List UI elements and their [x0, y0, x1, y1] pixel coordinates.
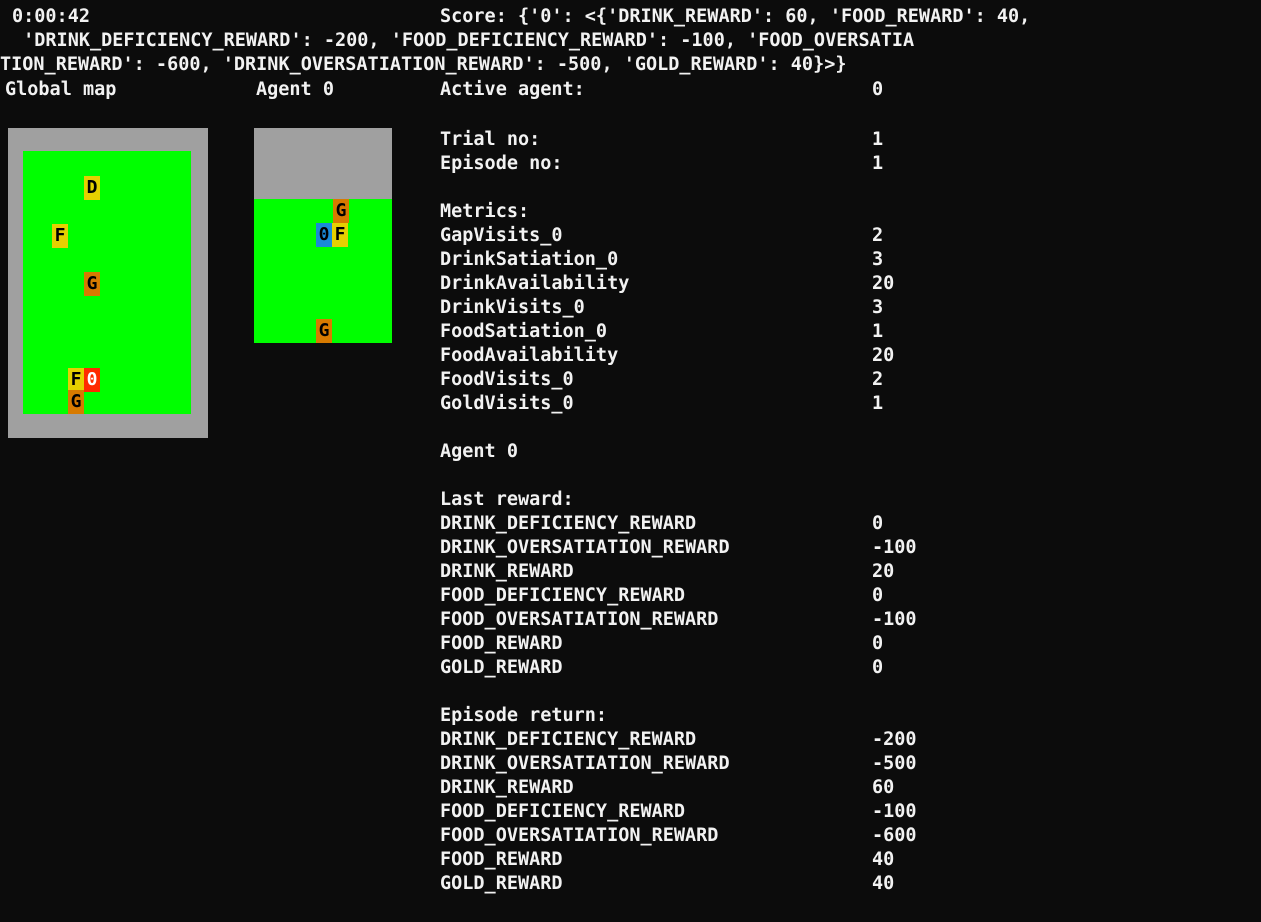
metric-name: GapVisits_0 [440, 225, 563, 246]
reward-name: GOLD_REWARD [440, 657, 563, 678]
agent-0-marker: 0 [84, 368, 100, 392]
metric-value: 3 [872, 297, 884, 318]
global-map-title: Global map [5, 79, 117, 100]
metric-name: DrinkAvailability [440, 273, 630, 294]
return-value: -100 [872, 801, 917, 822]
return-value: -600 [872, 825, 917, 846]
reward-name: FOOD_DEFICIENCY_REWARD [440, 585, 686, 606]
global-map: D F G F 0 G [8, 128, 208, 438]
agent-view: G 0 F G [254, 128, 392, 343]
reward-value: 0 [872, 657, 884, 678]
metric-value: 1 [872, 321, 884, 342]
metric-value: 2 [872, 369, 884, 390]
return-name: DRINK_OVERSATIATION_REWARD [440, 753, 730, 774]
score-line-2: 'DRINK_DEFICIENCY_REWARD': -200, 'FOOD_D… [12, 30, 915, 51]
episode-no-value: 1 [872, 153, 884, 174]
active-agent-label: Active agent: [440, 79, 585, 100]
food-tile: F [68, 368, 84, 392]
metric-name: FoodVisits_0 [440, 369, 574, 390]
reward-value: 0 [872, 585, 884, 606]
reward-name: DRINK_OVERSATIATION_REWARD [440, 537, 730, 558]
return-name: DRINK_REWARD [440, 777, 574, 798]
return-name: GOLD_REWARD [440, 873, 563, 894]
last-reward-title: Last reward: [440, 489, 574, 510]
metric-name: GoldVisits_0 [440, 393, 574, 414]
food-tile: F [52, 224, 68, 248]
metric-value: 3 [872, 249, 884, 270]
return-name: DRINK_DEFICIENCY_REWARD [440, 729, 697, 750]
return-name: FOOD_DEFICIENCY_REWARD [440, 801, 686, 822]
reward-name: DRINK_DEFICIENCY_REWARD [440, 513, 697, 534]
reward-value: 20 [872, 561, 895, 582]
return-name: FOOD_REWARD [440, 849, 563, 870]
metric-name: DrinkVisits_0 [440, 297, 585, 318]
metric-value: 20 [872, 273, 895, 294]
metric-name: FoodAvailability [440, 345, 619, 366]
food-tile: F [332, 223, 348, 247]
reward-value: -100 [872, 609, 917, 630]
episode-no-label: Episode no: [440, 153, 563, 174]
agent-section-title: Agent 0 [440, 441, 518, 462]
metric-value: 20 [872, 345, 895, 366]
reward-value: 0 [872, 633, 884, 654]
return-value: -500 [872, 753, 917, 774]
metric-value: 2 [872, 225, 884, 246]
score-line-1: Score: {'0': <{'DRINK_REWARD': 60, 'FOOD… [440, 6, 1031, 27]
reward-value: 0 [872, 513, 884, 534]
reward-name: DRINK_REWARD [440, 561, 574, 582]
return-value: -200 [872, 729, 917, 750]
gold-tile: G [316, 319, 332, 343]
gold-tile: G [84, 272, 100, 296]
return-name: FOOD_OVERSATIATION_REWARD [440, 825, 719, 846]
return-value: 40 [872, 849, 895, 870]
score-line-3: TION_REWARD': -600, 'DRINK_OVERSATIATION… [0, 54, 847, 75]
timer: 0:00:42 [12, 6, 90, 27]
active-agent-value: 0 [872, 79, 884, 100]
gold-tile: G [333, 199, 349, 223]
return-value: 60 [872, 777, 895, 798]
metrics-title: Metrics: [440, 201, 530, 222]
drink-tile: D [84, 176, 100, 200]
episode-return-title: Episode return: [440, 705, 608, 726]
metric-name: DrinkSatiation_0 [440, 249, 619, 270]
metric-name: FoodSatiation_0 [440, 321, 608, 342]
reward-name: FOOD_REWARD [440, 633, 563, 654]
trial-no-label: Trial no: [440, 129, 541, 150]
agent-0-marker: 0 [316, 223, 332, 247]
return-value: 40 [872, 873, 895, 894]
metric-value: 1 [872, 393, 884, 414]
global-map-field [23, 151, 191, 414]
reward-name: FOOD_OVERSATIATION_REWARD [440, 609, 719, 630]
reward-value: -100 [872, 537, 917, 558]
trial-no-value: 1 [872, 129, 884, 150]
gold-tile: G [68, 390, 84, 414]
agent-view-title: Agent 0 [256, 79, 334, 100]
